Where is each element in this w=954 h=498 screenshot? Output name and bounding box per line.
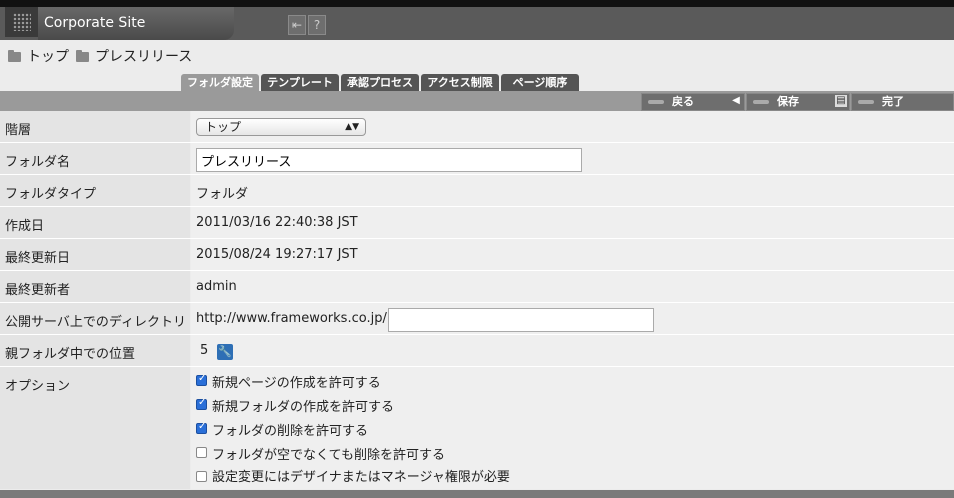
option-checkbox-new-folder[interactable]: [196, 397, 207, 410]
help-icon[interactable]: ?: [308, 15, 326, 35]
option-label: 新規フォルダの作成を許可する: [212, 400, 395, 415]
options-label: オプション: [5, 379, 71, 394]
folder-name-input[interactable]: [196, 148, 582, 172]
done-button[interactable]: 完了: [851, 93, 954, 111]
row-position: 親フォルダ中での位置 5: [0, 335, 954, 367]
tab-approval-process[interactable]: 承認プロセス: [341, 74, 419, 91]
folder-type-label: フォルダタイプ: [5, 187, 97, 202]
site-title-tab: Corporate Site: [38, 7, 234, 40]
save-disk-icon: ▤: [835, 95, 847, 107]
wrench-icon[interactable]: 🔧: [217, 344, 233, 360]
position-label: 親フォルダ中での位置: [5, 347, 136, 362]
created-label: 作成日: [5, 219, 45, 234]
logout-icon[interactable]: ⇤: [288, 15, 306, 35]
directory-label: 公開サーバ上でのディレクトリ: [5, 315, 186, 330]
row-created: 作成日 2011/03/16 22:40:38 JST: [0, 207, 954, 239]
folder-type-value: フォルダ: [196, 187, 249, 202]
row-updated: 最終更新日 2015/08/24 19:27:17 JST: [0, 239, 954, 271]
breadcrumb-item-press[interactable]: プレスリリース: [76, 46, 192, 66]
folder-icon: [8, 50, 21, 62]
breadcrumb: トップ プレスリリース: [0, 40, 954, 74]
button-bar-icon: [648, 100, 664, 104]
created-value: 2011/03/16 22:40:38 JST: [196, 215, 358, 230]
top-edge: [0, 0, 954, 7]
row-hierarchy: 階層: [0, 111, 954, 143]
option-label: フォルダが空でなくても削除を許可する: [212, 448, 445, 463]
tab-folder-settings[interactable]: フォルダ設定: [181, 74, 259, 91]
back-arrow-icon: ◀: [732, 95, 740, 106]
option-label: フォルダの削除を許可する: [212, 424, 369, 439]
directory-prefix: http://www.frameworks.co.jp/: [196, 311, 387, 326]
updater-value: admin: [196, 279, 237, 294]
row-folder-type: フォルダタイプ フォルダ: [0, 175, 954, 207]
back-label: 戻る: [672, 95, 694, 108]
bottom-bar: [0, 490, 954, 498]
back-button[interactable]: 戻る ◀: [641, 93, 745, 111]
position-value: 5: [200, 343, 209, 358]
tab-page-order[interactable]: ページ順序: [501, 74, 579, 91]
updated-label: 最終更新日: [5, 251, 71, 266]
app-grid-icon[interactable]: [5, 7, 38, 37]
folder-name-label: フォルダ名: [5, 155, 71, 170]
breadcrumb-label[interactable]: プレスリリース: [95, 46, 192, 66]
breadcrumb-item-top[interactable]: トップ: [8, 46, 69, 66]
option-checkbox-require-permission[interactable]: [196, 471, 207, 482]
hierarchy-value: トップ: [205, 120, 242, 134]
option-checkbox-delete-folder[interactable]: [196, 421, 207, 434]
done-label: 完了: [882, 95, 904, 108]
directory-input[interactable]: [388, 308, 654, 332]
button-bar-icon: [858, 100, 874, 104]
save-label: 保存: [777, 95, 799, 108]
select-arrows-icon: ▲▼: [345, 122, 359, 132]
hierarchy-label: 階層: [5, 123, 32, 138]
option-label: 新規ページの作成を許可する: [212, 376, 381, 391]
option-checkbox-new-page[interactable]: [196, 373, 207, 386]
tab-template[interactable]: テンプレート: [261, 74, 339, 91]
option-checkbox-delete-nonempty[interactable]: [196, 447, 207, 458]
row-updater: 最終更新者 admin: [0, 271, 954, 303]
breadcrumb-label[interactable]: トップ: [27, 46, 69, 66]
tab-access-control[interactable]: アクセス制限: [421, 74, 499, 91]
updated-value: 2015/08/24 19:27:17 JST: [196, 247, 358, 262]
option-label: 設定変更にはデザイナまたはマネージャ権限が必要: [212, 470, 510, 485]
hierarchy-select[interactable]: トップ ▲▼: [196, 118, 366, 136]
folder-icon: [76, 50, 89, 62]
button-bar-icon: [753, 100, 769, 104]
save-button[interactable]: 保存 ▤: [746, 93, 850, 111]
updater-label: 最終更新者: [5, 283, 71, 298]
site-title: Corporate Site: [44, 15, 146, 31]
